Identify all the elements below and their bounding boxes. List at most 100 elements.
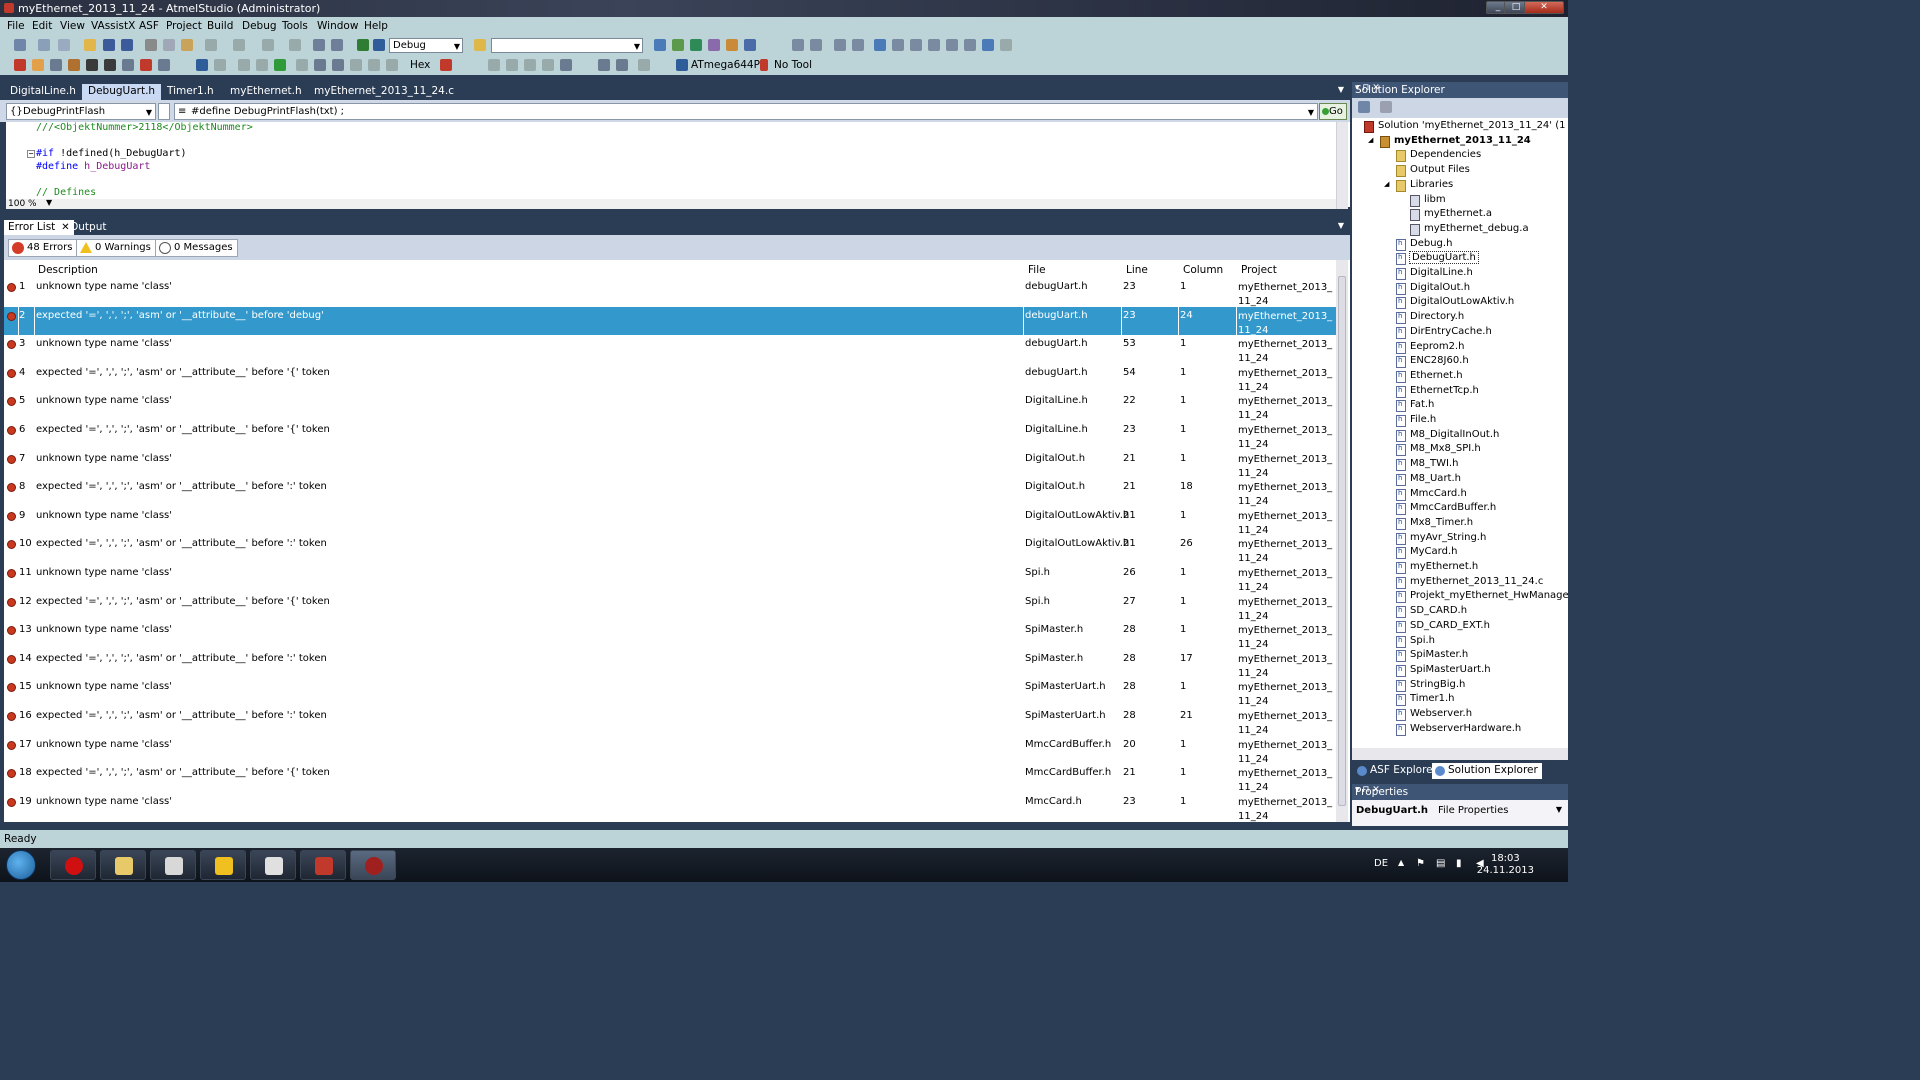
find-icon[interactable] <box>331 39 343 51</box>
redo-icon[interactable] <box>233 39 245 51</box>
properties-icon[interactable] <box>690 39 702 51</box>
menu-tools[interactable]: Tools <box>282 20 308 32</box>
prev-bookmark-folder-icon[interactable] <box>928 39 940 51</box>
language-indicator[interactable]: DE <box>1374 858 1388 869</box>
table-row[interactable]: 3 unknown type name 'class' debugUart.h 53 1… <box>4 335 1336 364</box>
build-icon[interactable] <box>313 39 325 51</box>
tab-digitalline-h[interactable]: DigitalLine.h <box>4 84 82 100</box>
device-programming-icon[interactable] <box>654 39 666 51</box>
clear-bookmarks-icon[interactable] <box>964 39 976 51</box>
col-line[interactable]: Line <box>1126 264 1148 276</box>
clean-icon[interactable] <box>158 59 170 71</box>
table-row[interactable]: 17 unknown type name 'class' MmcCardBuffer… <box>4 736 1336 765</box>
taskbar-explorer[interactable] <box>100 850 146 880</box>
signal-icon[interactable]: ▮ <box>1456 858 1462 869</box>
bookmark-icon[interactable] <box>874 39 886 51</box>
menu-help[interactable]: Help <box>364 20 388 32</box>
rebuild-icon[interactable] <box>140 59 152 71</box>
taskbar-windows[interactable] <box>250 850 296 880</box>
locals-icon[interactable] <box>638 59 650 71</box>
show-all-files-icon[interactable] <box>1380 101 1392 113</box>
table-row[interactable]: 5 unknown type name 'class' DigitalLine.h 2… <box>4 392 1336 421</box>
memory-icon[interactable] <box>524 59 536 71</box>
autos-icon[interactable] <box>616 59 628 71</box>
table-row[interactable]: 2 expected '=', ',', ';', 'asm' or '__att… <box>4 306 1336 336</box>
editor-scrollbar[interactable] <box>1336 122 1348 209</box>
go-button[interactable]: Go <box>1319 103 1347 120</box>
menu-asf[interactable]: ASF <box>139 20 159 32</box>
menu-edit[interactable]: Edit <box>32 20 52 32</box>
open-folder-icon[interactable] <box>84 39 96 51</box>
fold-toggle[interactable]: − <box>27 150 35 158</box>
outdent-icon[interactable] <box>852 39 864 51</box>
table-row[interactable]: 14 expected '=', ',', ';', 'asm' or '__at… <box>4 650 1336 679</box>
next-bookmark-folder-icon[interactable] <box>946 39 958 51</box>
tabs-dropdown-icon[interactable]: ▼ <box>1338 85 1344 94</box>
checkbox-list-icon[interactable] <box>14 59 26 71</box>
menu-view[interactable]: View <box>60 20 85 32</box>
tool-selector[interactable]: No Tool <box>774 59 812 71</box>
restart-icon[interactable] <box>238 59 250 71</box>
clock[interactable]: 18:03 24.11.2013 <box>1477 853 1534 877</box>
tray-expand-icon[interactable]: ▲ <box>1398 858 1404 867</box>
pane-buttons[interactable]: ▾ ⊓ ✕ <box>1355 83 1564 93</box>
tab-myethernet-c[interactable]: myEthernet_2013_11_24.c <box>308 84 460 100</box>
watch-icon[interactable] <box>542 59 554 71</box>
next-bookmark-icon[interactable] <box>910 39 922 51</box>
lock-icon[interactable] <box>86 59 98 71</box>
taskbar-lp[interactable] <box>200 850 246 880</box>
menu-file[interactable]: File <box>7 20 25 32</box>
menu-project[interactable]: Project <box>166 20 202 32</box>
expand-icon[interactable]: ◢ <box>1368 136 1373 144</box>
continue-icon[interactable] <box>274 59 286 71</box>
breakpoints-icon[interactable] <box>440 59 452 71</box>
tab-error-list[interactable]: Error List ✕ <box>4 220 74 235</box>
menu-build[interactable]: Build <box>207 20 233 32</box>
taskbar-archiver[interactable] <box>300 850 346 880</box>
flag-icon[interactable]: ⚑ <box>1416 858 1425 869</box>
col-file[interactable]: File <box>1028 264 1046 276</box>
processor-icon[interactable] <box>598 59 610 71</box>
properties-icon[interactable] <box>1358 101 1370 113</box>
build-project-icon[interactable] <box>122 59 134 71</box>
table-row[interactable]: 10 expected '=', ',', ';', 'asm' or '__at… <box>4 535 1336 564</box>
split-icon[interactable] <box>158 103 170 120</box>
io-view-icon[interactable] <box>560 59 572 71</box>
step-out-icon[interactable] <box>350 59 362 71</box>
new-project-icon[interactable] <box>14 39 26 51</box>
tab-timer1-h[interactable]: Timer1.h <box>161 84 220 100</box>
scrollbar-thumb[interactable] <box>1338 276 1346 806</box>
step-into-icon[interactable] <box>314 59 326 71</box>
table-row[interactable]: 16 expected '=', ',', ';', 'asm' or '__at… <box>4 707 1336 736</box>
copy-icon[interactable] <box>163 39 175 51</box>
network-icon[interactable]: ▤ <box>1436 858 1445 869</box>
registers-icon[interactable] <box>506 59 518 71</box>
col-column[interactable]: Column <box>1183 264 1223 276</box>
expand-icon[interactable]: ◢ <box>1384 180 1389 188</box>
definition-select[interactable]: ≡ #define DebugPrintFlash(txt) ; ▼ <box>174 103 1318 120</box>
table-row[interactable]: 1 unknown type name 'class' debugUart.h 23 1… <box>4 278 1336 307</box>
menu-vassistx[interactable]: VAssistX <box>91 20 135 32</box>
open-file-icon[interactable] <box>32 59 44 71</box>
tab-solution-explorer[interactable]: Solution Explorer <box>1432 763 1542 779</box>
find-combo[interactable]: ▼ <box>491 38 643 53</box>
goto-icon[interactable] <box>982 39 994 51</box>
pane-buttons[interactable]: ▾ ⊓ ✕ <box>1355 785 1564 795</box>
disassembly-icon[interactable] <box>488 59 500 71</box>
table-row[interactable]: 11 unknown type name 'class' Spi.h 26 1 myEth… <box>4 564 1336 593</box>
unlock-icon[interactable] <box>104 59 116 71</box>
undo-icon[interactable] <box>205 39 217 51</box>
table-row[interactable]: 8 expected '=', ',', ';', 'asm' or '__att… <box>4 478 1336 507</box>
tab-debuguart-h[interactable]: DebugUart.h <box>82 84 162 100</box>
symbol-select[interactable]: {} DebugPrintFlash ▼ <box>6 103 156 120</box>
zoom-level[interactable]: 100 % <box>8 199 37 209</box>
tab-myethernet-h[interactable]: myEthernet.h <box>224 84 308 100</box>
step-icon[interactable] <box>196 59 208 71</box>
errors-filter-button[interactable]: 48 Errors <box>8 239 78 257</box>
table-row[interactable]: 9 unknown type name 'class' DigitalOutLowA… <box>4 507 1336 536</box>
col-description[interactable]: Description <box>38 264 98 276</box>
panel-dropdown-icon[interactable]: ▼ <box>1338 221 1344 230</box>
find-in-files-icon[interactable] <box>474 39 486 51</box>
table-row[interactable]: 18 expected '=', ',', ';', 'asm' or '__at… <box>4 764 1336 793</box>
reset-icon[interactable] <box>386 59 398 71</box>
